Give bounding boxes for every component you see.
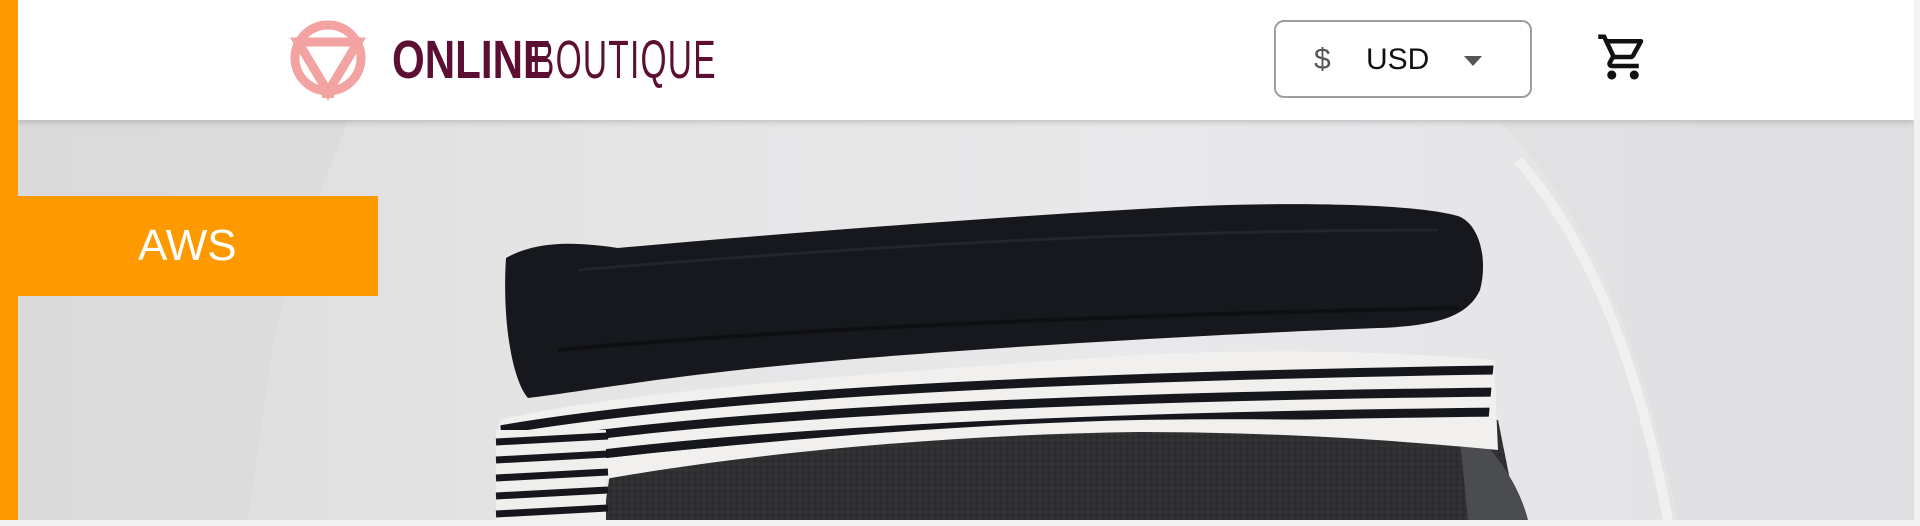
- bottom-edge: [0, 520, 1920, 526]
- logo-wordmark-light: BOUTIQUE: [532, 30, 717, 90]
- environment-frame-strip: [0, 0, 18, 526]
- aws-badge: AWS: [0, 196, 378, 296]
- aws-badge-label: AWS: [138, 221, 237, 270]
- page: ONLINE BOUTIQUE $ USD AWS: [0, 0, 1920, 526]
- right-edge: [1914, 0, 1920, 526]
- logo-wordmark: ONLINE BOUTIQUE: [392, 18, 830, 102]
- currency-symbol: $: [1314, 43, 1331, 76]
- hero-banner: [18, 120, 1914, 520]
- cart-button[interactable]: [1596, 30, 1650, 84]
- currency-selector[interactable]: $ USD: [1274, 20, 1532, 98]
- chevron-down-icon: [1464, 56, 1482, 66]
- stacked-folded-shirts-photo: [18, 120, 1914, 520]
- home-logo-link[interactable]: ONLINE BOUTIQUE: [286, 18, 830, 102]
- shopping-cart-icon: [1598, 34, 1644, 80]
- currency-code: USD: [1366, 43, 1430, 76]
- site-header: ONLINE BOUTIQUE $ USD: [18, 0, 1914, 120]
- boutique-triangle-logo-icon: [290, 20, 366, 101]
- logo-wordmark-strong: ONLINE: [392, 30, 552, 90]
